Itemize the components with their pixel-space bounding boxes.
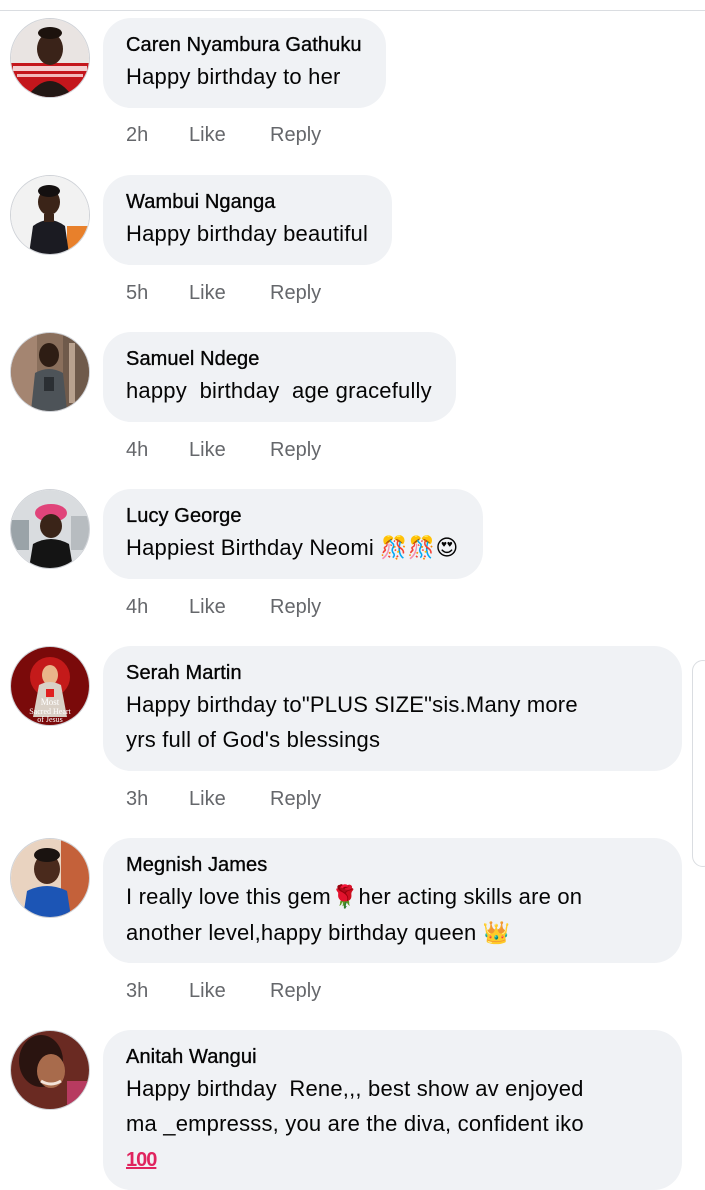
avatar[interactable] — [10, 489, 90, 569]
comment-bubble: Megnish James I really love this gem🌹her… — [103, 838, 682, 963]
comment-timestamp[interactable]: 3h — [126, 786, 148, 812]
reply-button[interactable]: Reply — [270, 978, 321, 1004]
reply-button[interactable]: Reply — [270, 594, 321, 620]
like-button[interactable]: Like — [189, 786, 226, 812]
comment-text: Happy birthday Rene,,, best show av enjo… — [126, 1076, 584, 1101]
comment-text: Happy birthday to her — [126, 64, 341, 89]
comment-timestamp[interactable]: 4h — [126, 437, 148, 463]
comment-bubble: Anitah Wangui Happy birthday Rene,,, bes… — [103, 1030, 682, 1190]
avatar[interactable]: Most Sacred Heart of Jesus — [10, 646, 90, 726]
comment-text-content: her acting skills are on — [358, 884, 583, 909]
comment-bubble: Wambui Nganga Happy birthday beautiful — [103, 175, 393, 265]
like-button[interactable]: Like — [189, 978, 226, 1004]
avatar[interactable] — [10, 18, 90, 98]
comment-text-content: another level,happy birthday queen — [126, 920, 483, 945]
reply-button[interactable]: Reply — [270, 437, 321, 463]
comment-timestamp[interactable]: 5h — [126, 280, 148, 306]
avatar[interactable] — [10, 838, 90, 918]
hundred-points-emoji-icon: 100 — [126, 1149, 157, 1171]
comment-text: happy birthday age gracefully — [126, 378, 432, 403]
reply-button[interactable]: Reply — [270, 122, 321, 148]
comment-author[interactable]: Lucy George — [126, 502, 459, 530]
avatar-caption: of Jesus — [37, 715, 63, 724]
top-divider — [0, 10, 705, 11]
crown-emoji-icon: 👑 — [482, 921, 511, 946]
comment-bubble: Serah Martin Happy birthday to"PLUS SIZE… — [103, 646, 682, 771]
comment-timestamp[interactable]: 3h — [126, 978, 148, 1004]
reply-button[interactable]: Reply — [270, 786, 321, 812]
side-panel-edge — [692, 660, 705, 867]
comment-text: Happy birthday to"PLUS SIZE"sis.Many mor… — [126, 692, 578, 717]
comment-text-content: I really love this gem — [126, 884, 331, 909]
like-button[interactable]: Like — [189, 122, 226, 148]
like-button[interactable]: Like — [189, 280, 226, 306]
avatar-caption: Most — [41, 697, 60, 707]
comment-author[interactable]: Caren Nyambura Gathuku — [126, 31, 362, 59]
reply-button[interactable]: Reply — [270, 280, 321, 306]
comment-bubble: Caren Nyambura Gathuku Happy birthday to… — [103, 18, 386, 108]
comment-author[interactable]: Samuel Ndege — [126, 345, 432, 373]
comment-author[interactable]: Wambui Nganga — [126, 188, 368, 216]
like-button[interactable]: Like — [189, 594, 226, 620]
comment-author[interactable]: Megnish James — [126, 851, 658, 879]
comment-timestamp[interactable]: 2h — [126, 122, 148, 148]
comment-text: Happiest Birthday Neomi 🎊🎊😍 — [126, 530, 459, 566]
comment-text: yrs full of God's blessings — [126, 727, 381, 752]
like-button[interactable]: Like — [189, 437, 226, 463]
avatar[interactable] — [10, 332, 90, 412]
confetti-heart-eyes-emoji-icon: 🎊🎊😍 — [380, 536, 459, 561]
comment-timestamp[interactable]: 4h — [126, 594, 148, 620]
comment-text: another level,happy birthday queen 👑 — [126, 915, 658, 951]
comment-text: ma _empresss, you are the diva, confiden… — [126, 1111, 584, 1136]
avatar[interactable] — [10, 175, 90, 255]
comment-text: Happy birthday beautiful — [126, 221, 369, 246]
comment-bubble: Samuel Ndege happy birthday age graceful… — [103, 332, 456, 422]
comment-bubble: Lucy George Happiest Birthday Neomi 🎊🎊😍 — [103, 489, 483, 579]
comment-text: 100 — [126, 1141, 658, 1178]
comment-author[interactable]: Serah Martin — [126, 659, 658, 687]
rose-emoji-icon: 🌹 — [330, 885, 359, 910]
avatar[interactable] — [10, 1030, 90, 1110]
comment-author[interactable]: Anitah Wangui — [126, 1043, 658, 1071]
comment-text-content: Happiest Birthday Neomi — [126, 535, 381, 560]
comment-text: I really love this gem🌹her acting skills… — [126, 879, 658, 915]
